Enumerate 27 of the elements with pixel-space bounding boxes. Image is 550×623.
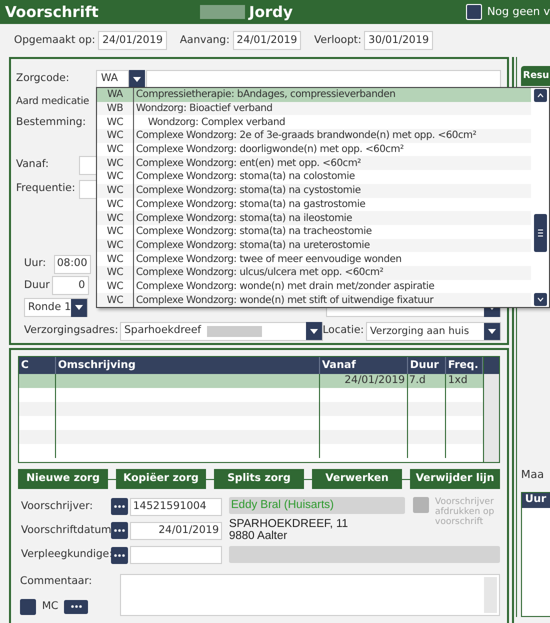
field-label: MC	[42, 598, 58, 614]
field-label: Vanaf:	[16, 157, 50, 172]
field-label: Bestemming:	[16, 115, 86, 130]
checkbox-label: Nog geen v	[487, 4, 550, 20]
field-label: Locatie:	[322, 323, 364, 338]
field-label: Voorschrijver:	[21, 498, 94, 514]
field-label: Voorschriftdatum	[21, 522, 111, 538]
checkbox-label: Voorschrijver afdrukken op voorschrift	[435, 497, 495, 529]
field-label: Verloopt:	[314, 32, 362, 48]
field-label: Opgemaakt op:	[14, 32, 96, 48]
field-label: Uur:	[24, 256, 48, 272]
patient-name: Jordy	[249, 2, 293, 23]
field-label: Aanvang:	[180, 32, 230, 48]
field-label: Frequentie:	[16, 181, 76, 196]
prescriber-address: SPARHOEKDREEF, 11 9880 Aalter	[229, 518, 350, 542]
table-cell-text: 7.d	[409, 373, 426, 388]
prescriber-name: Eddy Bral (Huisarts)	[229, 497, 405, 514]
field-label: Aard medicatie	[16, 94, 90, 108]
field-label: Duur	[24, 278, 51, 293]
field-label: Maa	[521, 467, 545, 483]
table-cell-text: 1xd	[448, 373, 468, 388]
field-label: Commentaar:	[20, 574, 93, 589]
field-label: Verzorgingsadres:	[24, 323, 118, 338]
field-label: Zorgcode:	[16, 71, 70, 86]
field-label: Verpleegkundige:	[21, 547, 111, 562]
table-cell-text: 24/01/2019	[344, 373, 405, 388]
window-title: Voorschrift	[5, 2, 100, 23]
